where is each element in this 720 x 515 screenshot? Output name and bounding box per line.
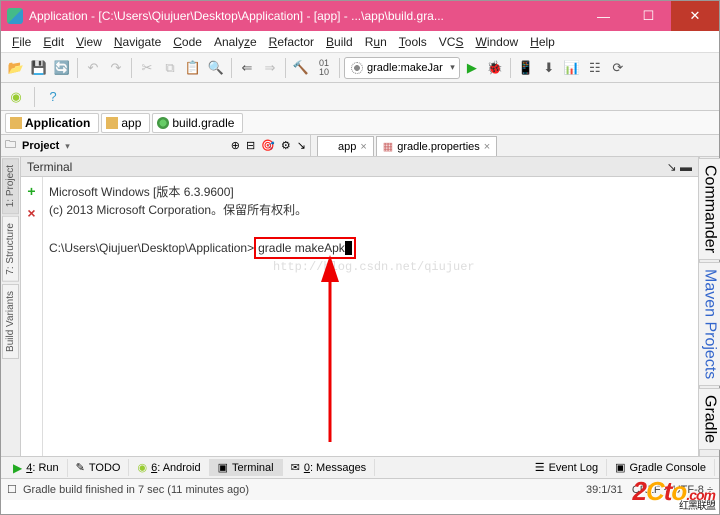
status-restore-icon[interactable]: ☐ [7, 483, 17, 496]
menu-view[interactable]: View [71, 33, 107, 51]
close-button[interactable]: ✕ [671, 1, 719, 31]
settings-icon[interactable]: 🎯 [261, 139, 275, 152]
minimize-button[interactable]: — [581, 1, 626, 31]
tab-app[interactable]: app× [317, 136, 374, 156]
maximize-button[interactable]: ☐ [626, 1, 671, 31]
terminal-gutter: + × [21, 177, 43, 456]
menu-window[interactable]: Window [470, 33, 523, 51]
menu-edit[interactable]: Edit [38, 33, 69, 51]
breadcrumb: Application app build.gradle [1, 111, 719, 135]
back-icon[interactable]: ⇐ [236, 57, 258, 79]
structure-icon[interactable]: ☷ [584, 57, 606, 79]
sync-icon[interactable]: 🔄 [51, 57, 73, 79]
app-icon [7, 8, 23, 24]
bottom-gradle-console[interactable]: ▣Gradle Console [607, 459, 715, 476]
chevron-down-icon[interactable] [65, 140, 77, 152]
terminal-output[interactable]: Microsoft Windows [版本 6.3.9600] (c) 2013… [43, 177, 698, 456]
menu-build[interactable]: Build [321, 33, 358, 51]
android-icon[interactable]: ◉ [5, 86, 27, 108]
terminal-hide-icon[interactable]: ↘ ▬ [667, 160, 692, 174]
run-config-selector[interactable]: gradle:makeJar [344, 57, 460, 79]
monitor-icon[interactable]: 📊 [561, 57, 583, 79]
command-highlight: gradle makeApk [254, 237, 356, 259]
menu-run[interactable]: Run [360, 33, 392, 51]
new-session-icon[interactable]: + [27, 183, 35, 199]
gear-icon [351, 62, 363, 74]
terminal-title: Terminal [27, 160, 72, 174]
run-button[interactable]: ▶ [461, 57, 483, 79]
help-icon[interactable]: ? [42, 86, 64, 108]
scroll-from-icon[interactable]: ⊕ [231, 139, 240, 152]
left-tool-rail: 1: Project 7: Structure Build Variants [1, 157, 21, 456]
bottom-eventlog[interactable]: ☰Event Log [527, 459, 607, 476]
menu-tools[interactable]: Tools [394, 33, 432, 51]
close-icon[interactable]: × [484, 141, 490, 153]
make-icon[interactable]: 🔨 [290, 57, 312, 79]
forward-icon[interactable]: ⇒ [259, 57, 281, 79]
rail-gradle[interactable]: Gradle [698, 388, 720, 450]
window-title: Application - [C:\Users\Qiujuer\Desktop\… [29, 9, 581, 23]
main-toolbar: 📂 💾 🔄 ↶ ↷ ✂ ⧉ 📋 🔍 ⇐ ⇒ 🔨 0110 gradle:make… [1, 53, 719, 83]
bottom-run[interactable]: ▶4: Run [5, 459, 68, 477]
menu-vcs[interactable]: VCS [434, 33, 469, 51]
bottom-terminal[interactable]: ▣Terminal [210, 459, 283, 476]
bottom-tool-bar: ▶4: Run ✎TODO ◉6: Android ▣Terminal ✉0: … [1, 456, 719, 478]
terminal-line: (c) 2013 Microsoft Corporation。保留所有权利。 [49, 201, 692, 219]
project-panel-header: 🗀 Project ⊕ ⊟ 🎯 ⚙ ↘ [1, 135, 311, 156]
copy-icon[interactable]: ⧉ [159, 57, 181, 79]
hide-icon[interactable]: ↘ [297, 139, 306, 152]
rail-maven[interactable]: Maven Projects [698, 262, 720, 386]
redo-icon[interactable]: ↷ [105, 57, 127, 79]
sdk-icon[interactable]: ⬇ [538, 57, 560, 79]
find-icon[interactable]: 🔍 [205, 57, 227, 79]
rail-project[interactable]: 1: Project [2, 158, 19, 214]
undo-icon[interactable]: ↶ [82, 57, 104, 79]
open-icon[interactable]: 📂 [5, 57, 27, 79]
bottom-messages[interactable]: ✉0: Messages [283, 459, 376, 476]
menu-file[interactable]: File [7, 33, 36, 51]
close-icon[interactable]: × [360, 141, 366, 153]
save-icon[interactable]: 💾 [28, 57, 50, 79]
collapse-icon[interactable]: ⊟ [246, 139, 255, 152]
terminal-line: Microsoft Windows [版本 6.3.9600] [49, 183, 692, 201]
editor-tabs: app× ▦gradle.properties× [311, 135, 499, 156]
titlebar: Application - [C:\Users\Qiujuer\Desktop\… [1, 1, 719, 31]
menu-refactor[interactable]: Refactor [264, 33, 319, 51]
menu-analyze[interactable]: Analyze [209, 33, 262, 51]
paste-icon[interactable]: 📋 [182, 57, 204, 79]
bottom-todo[interactable]: ✎TODO [68, 459, 130, 476]
encoding: CRLF ÷ UTF-8 ÷ [632, 484, 713, 496]
debug-button[interactable]: 🐞 [484, 57, 506, 79]
crumb-module[interactable]: app [101, 113, 150, 133]
right-tool-rail: Commander Maven Projects Gradle [699, 157, 719, 456]
menu-help[interactable]: Help [525, 33, 560, 51]
crumb-root[interactable]: Application [5, 113, 99, 133]
rail-structure[interactable]: 7: Structure [2, 216, 19, 282]
caret-position: 39:1/31 [586, 484, 623, 496]
status-message: Gradle build finished in 7 sec (11 minut… [23, 484, 249, 496]
run-config-label: gradle:makeJar [367, 62, 443, 74]
terminal-panel: Terminal ↘ ▬ + × Microsoft Windows [版本 6… [21, 157, 699, 456]
crumb-file[interactable]: build.gradle [152, 113, 243, 133]
gear-icon[interactable]: ⚙ [281, 139, 291, 152]
terminal-prompt-line: C:\Users\Qiujuer\Desktop\Application>gra… [49, 237, 692, 259]
bits-icon[interactable]: 0110 [313, 57, 335, 79]
secondary-toolbar: ◉ ? [1, 83, 719, 111]
avd-icon[interactable]: 📱 [515, 57, 537, 79]
sync-gradle-icon[interactable]: ⟳ [607, 57, 629, 79]
rail-build-variants[interactable]: Build Variants [2, 284, 19, 359]
menu-code[interactable]: Code [168, 33, 207, 51]
close-session-icon[interactable]: × [27, 205, 35, 221]
annotation-arrow [323, 262, 363, 447]
cut-icon[interactable]: ✂ [136, 57, 158, 79]
project-label[interactable]: Project [22, 140, 59, 152]
watermark: http://blog.csdn.net/qiujuer [273, 258, 475, 276]
menubar: File Edit View Navigate Code Analyze Ref… [1, 31, 719, 53]
tab-gradle-properties[interactable]: ▦gradle.properties× [376, 136, 497, 156]
bottom-android[interactable]: ◉6: Android [129, 459, 209, 476]
rail-commander[interactable]: Commander [698, 158, 720, 260]
status-bar: ☐ Gradle build finished in 7 sec (11 min… [1, 478, 719, 500]
menu-navigate[interactable]: Navigate [109, 33, 166, 51]
